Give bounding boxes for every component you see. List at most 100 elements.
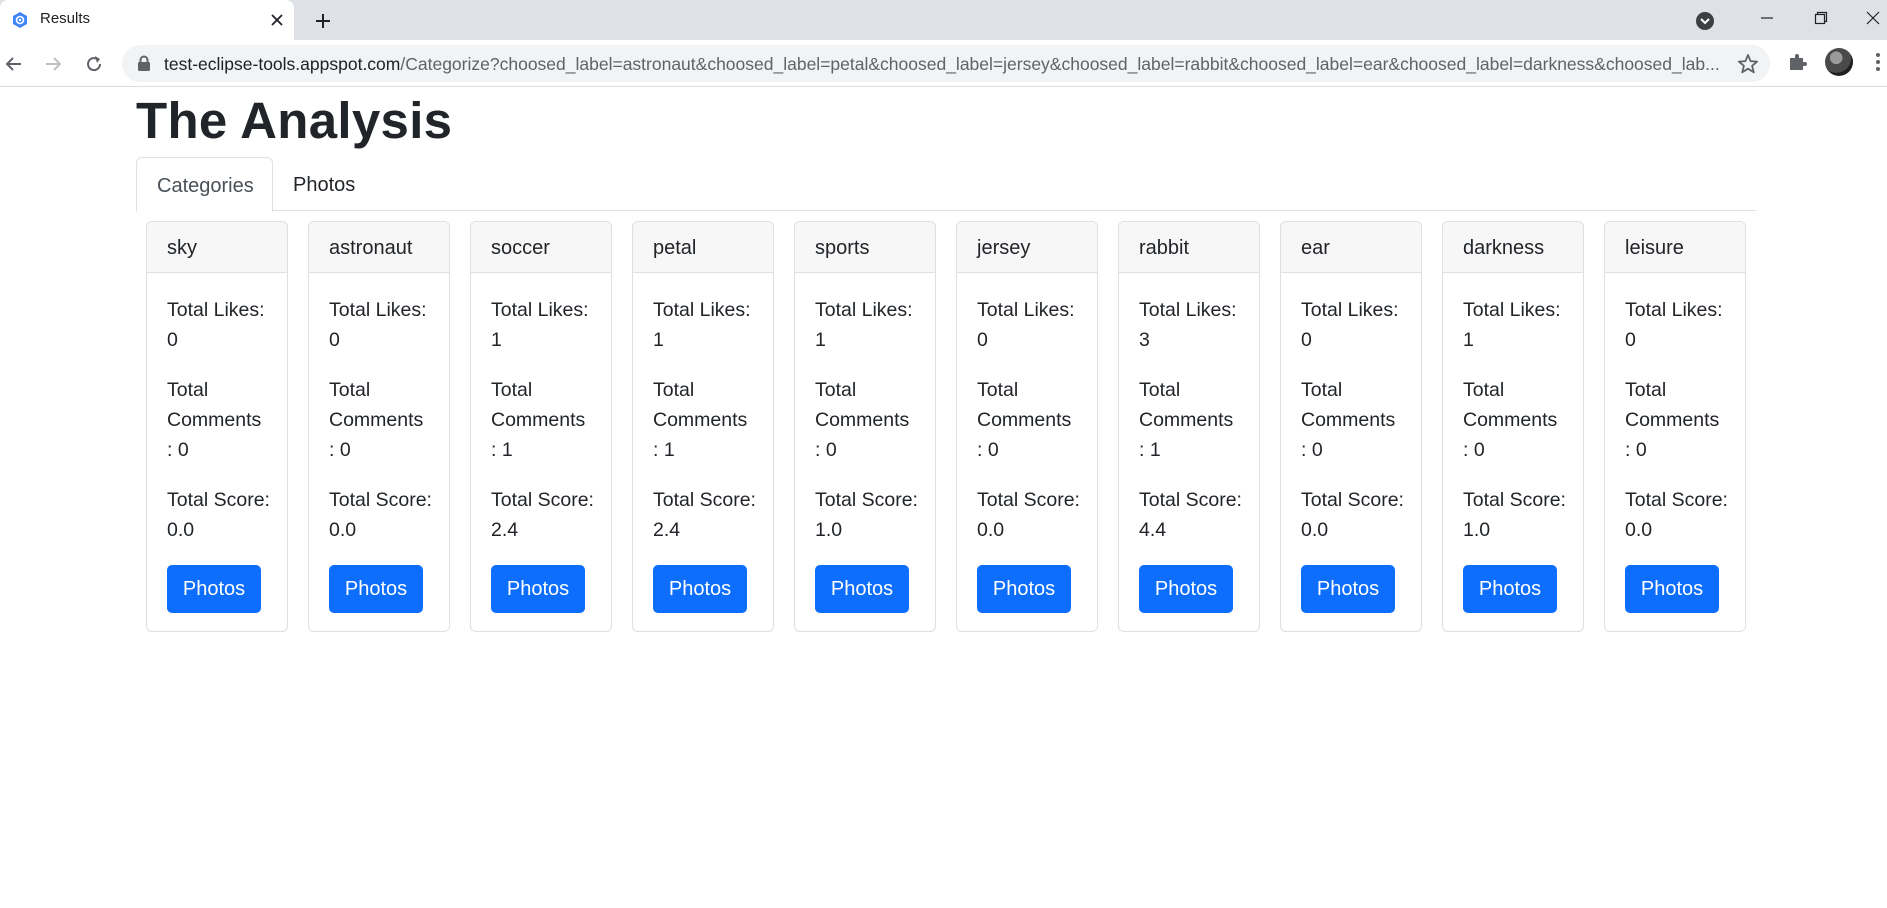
photos-button-leisure[interactable]: Photos bbox=[1625, 565, 1719, 613]
category-card-sky: sky Total Likes: 0 Total Comments: 0 Tota… bbox=[146, 221, 288, 632]
comments-value: 1 bbox=[1149, 439, 1161, 461]
score-value: 1.0 bbox=[815, 519, 843, 541]
browser-menu-icon[interactable] bbox=[1870, 49, 1887, 75]
app-engine-icon bbox=[13, 12, 27, 28]
category-card-sports: sports Total Likes: 1 Total Comments: 0 T… bbox=[794, 221, 936, 632]
reload-icon[interactable] bbox=[80, 50, 108, 78]
total-score: Total Score: 2.4 bbox=[653, 485, 763, 545]
score-label: Total Score: bbox=[977, 489, 1080, 511]
total-comments: Total Comments: 1 bbox=[653, 379, 748, 461]
score-label: Total Score: bbox=[1463, 489, 1566, 511]
category-name: astronaut bbox=[309, 222, 449, 273]
category-stats: Total Likes: 1 Total Comments: 0 Total Sc… bbox=[795, 273, 935, 613]
address-bar[interactable]: test-eclipse-tools.appspot.com/Categoriz… bbox=[122, 45, 1770, 82]
total-score: Total Score: 0.0 bbox=[977, 485, 1087, 545]
category-card-darkness: darkness Total Likes: 1 Total Comments: 0… bbox=[1442, 221, 1584, 632]
total-score: Total Score: 0.0 bbox=[1625, 485, 1735, 545]
score-label: Total Score: bbox=[1625, 489, 1728, 511]
category-card-petal: petal Total Likes: 1 Total Comments: 1 To… bbox=[632, 221, 774, 632]
comments-label: Total Comments bbox=[1301, 379, 1396, 431]
score-value: 0.0 bbox=[329, 519, 357, 541]
total-comments: Total Comments: 1 bbox=[491, 379, 586, 461]
score-label: Total Score: bbox=[329, 489, 432, 511]
likes-value: 1 bbox=[1463, 329, 1474, 351]
likes-label: Total Likes: bbox=[1139, 299, 1237, 321]
total-likes: Total Likes: 1 bbox=[653, 295, 763, 355]
photos-button-soccer[interactable]: Photos bbox=[491, 565, 585, 613]
score-label: Total Score: bbox=[653, 489, 756, 511]
comments-value: 0 bbox=[177, 439, 189, 461]
close-tab-icon[interactable] bbox=[266, 9, 288, 31]
photos-button-jersey[interactable]: Photos bbox=[977, 565, 1071, 613]
category-name: jersey bbox=[957, 222, 1097, 273]
tab-categories[interactable]: Categories bbox=[136, 157, 273, 212]
browser-toolbar: test-eclipse-tools.appspot.com/Categoriz… bbox=[0, 40, 1887, 87]
browser-tab-results[interactable]: Results bbox=[0, 0, 294, 40]
profile-avatar[interactable] bbox=[1825, 48, 1853, 76]
category-name: rabbit bbox=[1119, 222, 1259, 273]
comments-label: Total Comments bbox=[977, 379, 1072, 431]
score-value: 0.0 bbox=[977, 519, 1005, 541]
likes-label: Total Likes: bbox=[491, 299, 589, 321]
extensions-puzzle-icon[interactable] bbox=[1786, 50, 1810, 74]
forward-arrow-icon[interactable] bbox=[39, 50, 67, 78]
url-text[interactable]: test-eclipse-tools.appspot.com/Categoriz… bbox=[164, 54, 1724, 75]
comments-value: 0 bbox=[1311, 439, 1323, 461]
total-likes: Total Likes: 1 bbox=[1463, 295, 1573, 355]
browser-tabstrip: Results bbox=[0, 0, 1887, 40]
photos-button-astronaut[interactable]: Photos bbox=[329, 565, 423, 613]
category-name: ear bbox=[1281, 222, 1421, 273]
restore-window-icon[interactable] bbox=[1806, 4, 1836, 32]
total-score: Total Score: 0.0 bbox=[329, 485, 439, 545]
likes-label: Total Likes: bbox=[815, 299, 913, 321]
likes-label: Total Likes: bbox=[1463, 299, 1561, 321]
comments-label: Total Comments bbox=[491, 379, 586, 431]
comments-label: Total Comments bbox=[1625, 379, 1720, 431]
total-score: Total Score: 1.0 bbox=[1463, 485, 1573, 545]
category-card-ear: ear Total Likes: 0 Total Comments: 0 Tota… bbox=[1280, 221, 1422, 632]
photos-button-darkness[interactable]: Photos bbox=[1463, 565, 1557, 613]
category-name: sports bbox=[795, 222, 935, 273]
bookmark-star-icon[interactable] bbox=[1737, 53, 1759, 75]
total-comments: Total Comments: 0 bbox=[329, 379, 424, 461]
comments-value: 0 bbox=[1473, 439, 1485, 461]
category-stats: Total Likes: 0 Total Comments: 0 Total Sc… bbox=[957, 273, 1097, 613]
comments-value: 0 bbox=[1635, 439, 1647, 461]
total-score: Total Score: 0.0 bbox=[1301, 485, 1411, 545]
total-likes: Total Likes: 0 bbox=[329, 295, 439, 355]
category-card-leisure: leisure Total Likes: 0 Total Comments: 0 … bbox=[1604, 221, 1746, 632]
score-label: Total Score: bbox=[167, 489, 270, 511]
view-tabs: Categories Photos bbox=[136, 157, 1756, 212]
total-comments: Total Comments: 0 bbox=[1625, 379, 1720, 461]
category-stats: Total Likes: 0 Total Comments: 0 Total Sc… bbox=[147, 273, 287, 613]
likes-value: 1 bbox=[653, 329, 664, 351]
total-score: Total Score: 1.0 bbox=[815, 485, 925, 545]
photos-button-ear[interactable]: Photos bbox=[1301, 565, 1395, 613]
total-likes: Total Likes: 1 bbox=[491, 295, 601, 355]
tab-search-icon[interactable] bbox=[1694, 10, 1716, 32]
total-comments: Total Comments: 0 bbox=[1463, 379, 1558, 461]
photos-button-rabbit[interactable]: Photos bbox=[1139, 565, 1233, 613]
minimize-window-icon[interactable] bbox=[1752, 4, 1782, 32]
close-window-icon[interactable] bbox=[1858, 4, 1887, 32]
likes-value: 3 bbox=[1139, 329, 1150, 351]
total-comments: Total Comments: 0 bbox=[167, 379, 262, 461]
photos-button-petal[interactable]: Photos bbox=[653, 565, 747, 613]
score-value: 0.0 bbox=[167, 519, 195, 541]
comments-value: 1 bbox=[663, 439, 675, 461]
comments-label: Total Comments bbox=[1139, 379, 1234, 431]
category-stats: Total Likes: 0 Total Comments: 0 Total Sc… bbox=[309, 273, 449, 613]
lock-icon[interactable] bbox=[136, 55, 152, 72]
back-arrow-icon[interactable] bbox=[0, 50, 28, 78]
score-value: 4.4 bbox=[1139, 519, 1167, 541]
category-name: soccer bbox=[471, 222, 611, 273]
photos-button-sky[interactable]: Photos bbox=[167, 565, 261, 613]
likes-value: 0 bbox=[1301, 329, 1312, 351]
page-title: The Analysis bbox=[136, 92, 453, 149]
photos-button-sports[interactable]: Photos bbox=[815, 565, 909, 613]
tab-photos[interactable]: Photos bbox=[273, 157, 393, 212]
likes-value: 1 bbox=[815, 329, 826, 351]
total-comments: Total Comments: 0 bbox=[1301, 379, 1396, 461]
total-likes: Total Likes: 1 bbox=[815, 295, 925, 355]
new-tab-plus-icon[interactable] bbox=[310, 8, 336, 34]
